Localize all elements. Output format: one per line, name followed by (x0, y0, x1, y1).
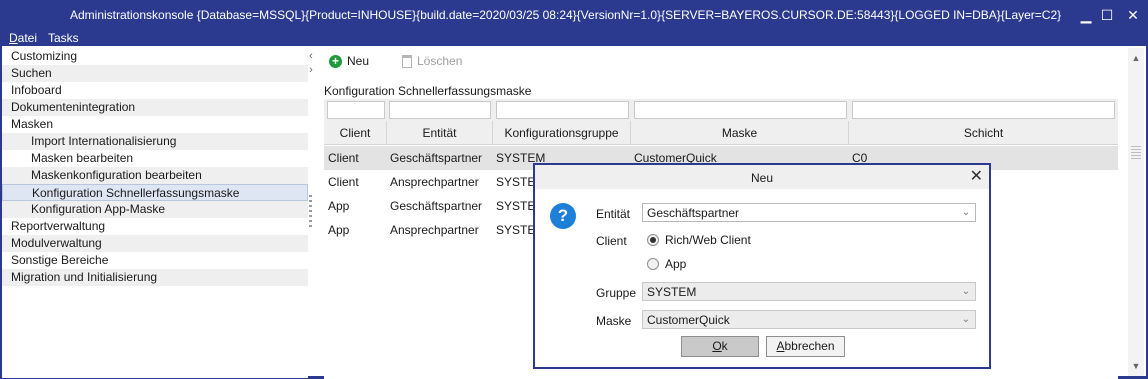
radio-rich-web-client-label: Rich/Web Client (665, 233, 751, 247)
column-header-layer[interactable]: Schicht (849, 121, 1118, 145)
menu-datei[interactable]: Datei (9, 31, 37, 45)
filter-row (324, 99, 1118, 121)
sidebar-item-import-internationalisierung[interactable]: Import Internationalisierung (2, 133, 308, 150)
entity-select-value: Geschäftspartner (647, 206, 740, 220)
delete-button[interactable]: Löschen (402, 52, 462, 70)
trash-icon (402, 54, 412, 68)
ok-button[interactable]: Ok (681, 336, 759, 357)
sidebar-item-masken-bearbeiten[interactable]: Masken bearbeiten (2, 150, 308, 167)
sidebar-item-reportverwaltung[interactable]: Reportverwaltung (2, 218, 308, 235)
cell-entity: Geschäftspartner (390, 199, 483, 213)
collapse-right-icon[interactable]: › (306, 64, 316, 76)
dialog-title: Neu (750, 171, 773, 185)
sidebar-item-infoboard[interactable]: Infoboard (2, 82, 308, 99)
mask-select[interactable]: CustomerQuick ⌄ (642, 310, 976, 329)
sidebar-item-sonstige-bereiche[interactable]: Sonstige Bereiche (2, 252, 308, 269)
sidebar-nav: Customizing Suchen Infoboard Dokumenteni… (2, 48, 308, 378)
client-label: Client (596, 234, 627, 248)
column-header-mask[interactable]: Maske (631, 121, 849, 145)
cell-client: App (328, 199, 350, 213)
radio-selected-icon (647, 234, 659, 246)
grid-title: Konfiguration Schnellerfassungsmaske (324, 84, 532, 98)
close-window-button[interactable]: ✕ (1124, 6, 1142, 24)
entity-label: Entität (596, 207, 631, 221)
filter-group[interactable] (496, 101, 629, 119)
sidebar-item-migration-und-initialisierung[interactable]: Migration und Initialisierung (2, 269, 308, 286)
dialog-titlebar: Neu ✕ (535, 165, 989, 189)
filter-client[interactable] (327, 101, 385, 119)
chevron-down-icon: ⌄ (961, 286, 971, 297)
menu-bar: Datei Tasks (0, 30, 1148, 46)
vertical-scrollbar[interactable]: ▲ ▼ (1128, 48, 1144, 376)
cell-entity: Ansprechpartner (390, 175, 479, 189)
sidebar-item-dokumentenintegration[interactable]: Dokumentenintegration (2, 99, 308, 116)
dialog-close-icon[interactable]: ✕ (970, 168, 983, 186)
filter-mask[interactable] (634, 101, 847, 119)
scroll-down-icon[interactable]: ▼ (1131, 360, 1141, 372)
column-header-group[interactable]: Konfigurationsgruppe (493, 121, 631, 145)
menu-datei-rest: atei (17, 31, 38, 45)
question-icon: ? (550, 203, 576, 229)
scroll-up-icon[interactable]: ▲ (1131, 52, 1141, 64)
ok-button-mnemonic: O (712, 339, 722, 353)
add-icon: + (329, 54, 342, 68)
cell-client: App (328, 223, 350, 237)
cancel-button[interactable]: Abbrechen (766, 336, 845, 357)
sidebar-item-masken[interactable]: Masken (2, 116, 308, 133)
collapse-left-icon[interactable]: ‹ (306, 50, 316, 62)
radio-app[interactable]: App (647, 257, 686, 271)
new-entry-dialog: Neu ✕ ? Entität Geschäftspartner ⌄ Clien… (533, 163, 991, 369)
header-row: Client Entität Konfigurationsgruppe Mask… (324, 121, 1118, 145)
column-header-entity[interactable]: Entität (387, 121, 493, 145)
delete-button-label: Löschen (417, 54, 463, 68)
mask-label: Maske (596, 314, 632, 328)
cell-entity: Geschäftspartner (390, 151, 483, 165)
minimize-button[interactable]: ▁ (1077, 6, 1095, 24)
column-header-client[interactable]: Client (324, 121, 387, 145)
entity-select[interactable]: Geschäftspartner ⌄ (642, 203, 976, 222)
ok-button-rest: k (721, 339, 728, 353)
radio-unselected-icon (647, 258, 659, 270)
menu-tasks[interactable]: Tasks (48, 31, 79, 45)
sidebar-item-konfiguration-schnellerfassungsmaske[interactable]: Konfiguration Schnellerfassungsmaske (2, 184, 308, 201)
cell-entity: Ansprechpartner (390, 223, 479, 237)
chevron-down-icon: ⌄ (961, 314, 971, 325)
group-select-value: SYSTEM (647, 285, 697, 299)
window-titlebar: Administrationskonsole {Database=MSSQL}{… (0, 0, 1148, 30)
menu-datei-mnemonic: D (9, 31, 18, 45)
radio-app-label: App (665, 257, 687, 271)
cell-client: Client (328, 151, 359, 165)
chevron-down-icon: ⌄ (961, 207, 971, 218)
group-label: Gruppe (596, 286, 637, 300)
sidebar-item-konfiguration-app-maske[interactable]: Konfiguration App-Maske (2, 201, 308, 218)
splitter-grip-handle[interactable] (309, 195, 312, 229)
mask-select-value: CustomerQuick (647, 313, 730, 327)
group-select[interactable]: SYSTEM ⌄ (642, 282, 976, 301)
sidebar-item-customizing[interactable]: Customizing (2, 48, 308, 65)
filter-entity[interactable] (389, 101, 491, 119)
new-button[interactable]: + Neu (329, 52, 369, 70)
cancel-button-rest: bbrechen (784, 339, 835, 353)
maximize-button[interactable]: ☐ (1098, 6, 1116, 24)
cell-client: Client (328, 175, 359, 189)
filter-layer[interactable] (852, 101, 1115, 119)
radio-rich-web-client[interactable]: Rich/Web Client (647, 233, 751, 247)
new-button-label: Neu (347, 54, 370, 68)
sidebar-item-suchen[interactable]: Suchen (2, 65, 308, 82)
window-title: Administrationskonsole {Database=MSSQL}{… (70, 8, 1062, 22)
sidebar-item-modulverwaltung[interactable]: Modulverwaltung (2, 235, 308, 252)
scroll-thumb[interactable] (1131, 146, 1141, 160)
sidebar-item-maskenkonfiguration-bearbeiten[interactable]: Maskenkonfiguration bearbeiten (2, 167, 308, 184)
